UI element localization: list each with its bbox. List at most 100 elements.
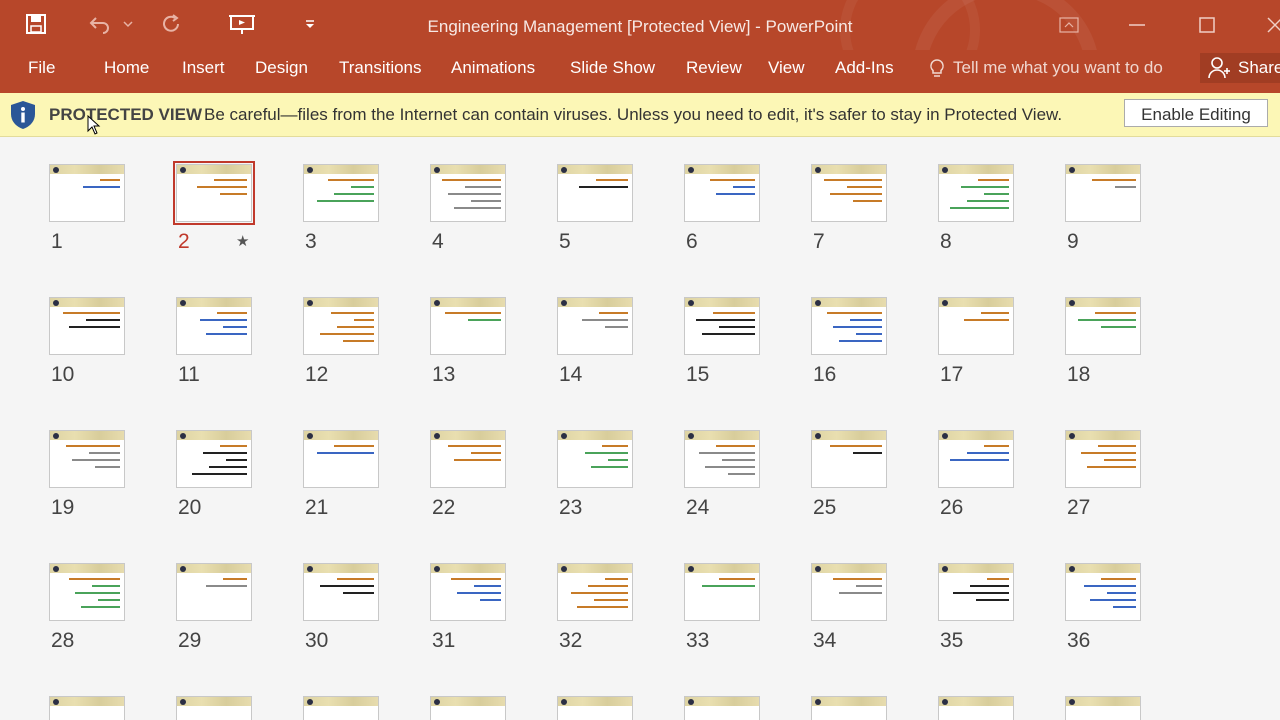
tab-review[interactable]: Review [686, 50, 742, 86]
slide-thumbnail-partial[interactable] [811, 696, 887, 720]
slide-preview[interactable] [49, 430, 125, 488]
slide-thumbnail-33[interactable]: 33 [684, 563, 760, 652]
slide-thumbnail-15[interactable]: 15 [684, 297, 760, 386]
slide-preview[interactable] [430, 297, 506, 355]
slide-preview[interactable] [430, 563, 506, 621]
slide-thumbnail-21[interactable]: 21 [303, 430, 379, 519]
slide-preview[interactable] [684, 430, 760, 488]
redo-icon[interactable] [158, 8, 186, 40]
slide-preview[interactable] [811, 297, 887, 355]
slide-preview[interactable] [1065, 696, 1141, 720]
slide-thumbnail-36[interactable]: 36 [1065, 563, 1141, 652]
slide-preview[interactable] [49, 563, 125, 621]
tab-add-ins[interactable]: Add-Ins [835, 50, 894, 86]
slide-thumbnail-23[interactable]: 23 [557, 430, 633, 519]
tab-insert[interactable]: Insert [182, 50, 225, 86]
slide-preview[interactable] [938, 297, 1014, 355]
slide-preview[interactable] [49, 696, 125, 720]
slide-thumbnail-partial[interactable] [49, 696, 125, 720]
enable-editing-button[interactable]: Enable Editing [1124, 99, 1268, 127]
slide-preview[interactable] [811, 430, 887, 488]
start-from-beginning-icon[interactable] [226, 8, 258, 40]
slide-preview[interactable] [557, 696, 633, 720]
slide-thumbnail-3[interactable]: 3 [303, 164, 379, 253]
slide-preview[interactable] [430, 696, 506, 720]
slide-thumbnail-18[interactable]: 18 [1065, 297, 1141, 386]
slide-preview[interactable] [811, 563, 887, 621]
slide-thumbnail-partial[interactable] [684, 696, 760, 720]
slide-preview[interactable] [173, 161, 255, 225]
tab-view[interactable]: View [768, 50, 805, 86]
tab-home[interactable]: Home [104, 50, 149, 86]
maximize-icon[interactable] [1184, 0, 1230, 50]
slide-preview[interactable] [557, 297, 633, 355]
slide-preview[interactable] [557, 164, 633, 222]
slide-thumbnail-12[interactable]: 12 [303, 297, 379, 386]
slide-preview[interactable] [49, 297, 125, 355]
tab-file[interactable]: File [28, 50, 55, 86]
slide-thumbnail-31[interactable]: 31 [430, 563, 506, 652]
slide-preview[interactable] [811, 696, 887, 720]
slide-thumbnail-14[interactable]: 14 [557, 297, 633, 386]
minimize-icon[interactable] [1114, 0, 1160, 50]
undo-dropdown-icon[interactable] [120, 8, 136, 40]
slide-preview[interactable] [176, 430, 252, 488]
slide-preview[interactable] [938, 164, 1014, 222]
slide-thumbnail-35[interactable]: 35 [938, 563, 1014, 652]
slide-preview[interactable] [430, 430, 506, 488]
slide-preview[interactable] [303, 430, 379, 488]
save-icon[interactable] [20, 8, 52, 40]
slide-thumbnail-20[interactable]: 20 [176, 430, 252, 519]
slide-thumbnail-32[interactable]: 32 [557, 563, 633, 652]
slide-preview[interactable] [1065, 563, 1141, 621]
slide-preview[interactable] [684, 563, 760, 621]
tab-design[interactable]: Design [255, 50, 308, 86]
tell-me-search[interactable]: Tell me what you want to do [953, 50, 1163, 86]
slide-preview[interactable] [1065, 164, 1141, 222]
slide-preview[interactable] [303, 696, 379, 720]
slide-preview[interactable] [557, 563, 633, 621]
slide-thumbnail-8[interactable]: 8 [938, 164, 1014, 253]
slide-thumbnail-partial[interactable] [938, 696, 1014, 720]
slide-preview[interactable] [938, 696, 1014, 720]
tab-slide-show[interactable]: Slide Show [570, 50, 655, 86]
close-icon[interactable] [1252, 0, 1280, 50]
tab-transitions[interactable]: Transitions [339, 50, 422, 86]
slide-thumbnail-7[interactable]: 7 [811, 164, 887, 253]
slide-thumbnail-1[interactable]: 1 [49, 164, 125, 253]
slide-preview[interactable] [684, 164, 760, 222]
slide-preview[interactable] [49, 164, 125, 222]
slide-thumbnail-partial[interactable] [430, 696, 506, 720]
slide-thumbnail-5[interactable]: 5 [557, 164, 633, 253]
slide-preview[interactable] [176, 563, 252, 621]
slide-preview[interactable] [938, 430, 1014, 488]
slide-preview[interactable] [176, 696, 252, 720]
slide-thumbnail-4[interactable]: 4 [430, 164, 506, 253]
slide-preview[interactable] [557, 430, 633, 488]
ribbon-display-options-icon[interactable] [1046, 0, 1092, 50]
share-button[interactable]: Share [1200, 53, 1280, 83]
slide-preview[interactable] [1065, 430, 1141, 488]
slide-thumbnail-27[interactable]: 27 [1065, 430, 1141, 519]
slide-thumbnail-partial[interactable] [557, 696, 633, 720]
slide-thumbnail-17[interactable]: 17 [938, 297, 1014, 386]
slide-thumbnail-34[interactable]: 34 [811, 563, 887, 652]
slide-thumbnail-22[interactable]: 22 [430, 430, 506, 519]
slide-thumbnail-2[interactable]: 2 ★ [173, 161, 255, 253]
tab-animations[interactable]: Animations [451, 50, 535, 86]
slide-thumbnail-29[interactable]: 29 [176, 563, 252, 652]
slide-preview[interactable] [684, 297, 760, 355]
slide-preview[interactable] [1065, 297, 1141, 355]
slide-thumbnail-6[interactable]: 6 [684, 164, 760, 253]
slide-preview[interactable] [303, 297, 379, 355]
slide-thumbnail-13[interactable]: 13 [430, 297, 506, 386]
customize-toolbar-icon[interactable] [300, 8, 320, 40]
slide-thumbnail-10[interactable]: 10 [49, 297, 125, 386]
slide-thumbnail-26[interactable]: 26 [938, 430, 1014, 519]
slide-thumbnail-19[interactable]: 19 [49, 430, 125, 519]
slide-preview[interactable] [684, 696, 760, 720]
slide-thumbnail-11[interactable]: 11 [176, 297, 252, 386]
slide-thumbnail-partial[interactable] [303, 696, 379, 720]
slide-thumbnail-28[interactable]: 28 [49, 563, 125, 652]
slide-preview[interactable] [430, 164, 506, 222]
